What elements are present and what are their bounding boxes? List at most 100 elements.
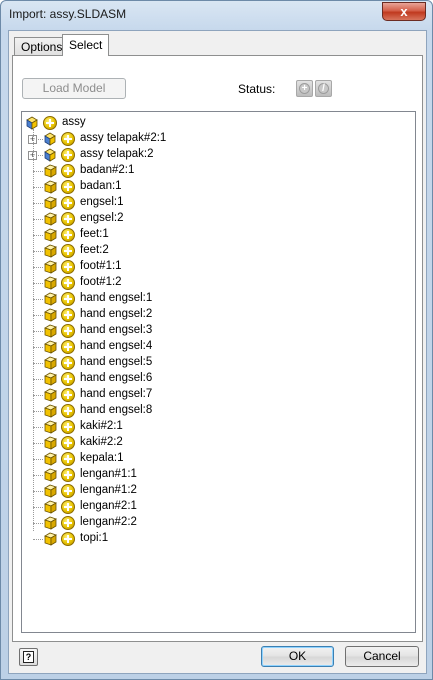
part-icon	[44, 324, 58, 338]
tree-node-part[interactable]: foot#1:1	[22, 259, 415, 275]
tree-node-part[interactable]: hand engsel:4	[22, 339, 415, 355]
part-icon	[44, 164, 58, 178]
part-icon	[44, 532, 58, 546]
tree-node-part[interactable]: feet:1	[22, 227, 415, 243]
title-bar: Import: assy.SLDASM x	[1, 1, 432, 29]
part-icon	[44, 340, 58, 354]
add-icon[interactable]	[43, 116, 57, 130]
part-icon	[44, 436, 58, 450]
add-icon[interactable]	[61, 532, 75, 546]
status-label: Status:	[238, 82, 276, 96]
part-icon	[44, 468, 58, 482]
window-title: Import: assy.SLDASM	[9, 7, 127, 21]
add-icon[interactable]	[61, 388, 75, 402]
tree-node-label: kaki#2:1	[80, 420, 123, 432]
tree-node-part[interactable]: hand engsel:6	[22, 371, 415, 387]
tree-node-label: lengan#1:2	[80, 484, 137, 496]
tree-node-part[interactable]: kepala:1	[22, 451, 415, 467]
tree-node-part[interactable]: kaki#2:2	[22, 435, 415, 451]
add-icon[interactable]	[61, 260, 75, 274]
tree-node-label: assy telapak#2:1	[80, 132, 167, 144]
tab-select[interactable]: Select	[62, 34, 110, 56]
import-dialog: Import: assy.SLDASM x Options Select Loa…	[0, 0, 433, 680]
add-icon[interactable]	[61, 420, 75, 434]
add-icon[interactable]	[61, 228, 75, 242]
tree-node-label: hand engsel:5	[80, 356, 153, 368]
part-icon	[44, 228, 58, 242]
tree-node-label: assy	[62, 116, 86, 128]
dialog-body: Options Select Load Model Status: + / as…	[8, 30, 427, 674]
add-icon[interactable]	[61, 372, 75, 386]
tree-node-part[interactable]: hand engsel:8	[22, 403, 415, 419]
tree-node-part[interactable]: hand engsel:5	[22, 355, 415, 371]
tree-node-label: lengan#1:1	[80, 468, 137, 480]
help-button[interactable]: ?	[19, 648, 38, 666]
tree-node-part[interactable]: lengan#2:2	[22, 515, 415, 531]
assembly-icon	[44, 132, 58, 146]
help-icon: ?	[23, 651, 34, 663]
tree-node-part[interactable]: engsel:2	[22, 211, 415, 227]
tree-node-part[interactable]: lengan#2:1	[22, 499, 415, 515]
part-icon	[44, 308, 58, 322]
cancel-button[interactable]: Cancel	[345, 646, 419, 667]
add-icon[interactable]	[61, 324, 75, 338]
tree-node-label: hand engsel:3	[80, 324, 153, 336]
add-icon[interactable]	[61, 148, 75, 162]
add-icon[interactable]	[61, 212, 75, 226]
add-icon[interactable]	[61, 404, 75, 418]
add-icon[interactable]	[61, 244, 75, 258]
ok-button[interactable]: OK	[261, 646, 334, 667]
add-icon[interactable]	[61, 340, 75, 354]
tree-node-label: feet:2	[80, 244, 109, 256]
tree-node-part[interactable]: lengan#1:1	[22, 467, 415, 483]
add-icon[interactable]	[61, 292, 75, 306]
part-icon	[44, 420, 58, 434]
part-icon	[44, 244, 58, 258]
add-icon[interactable]	[61, 356, 75, 370]
add-icon[interactable]	[61, 180, 75, 194]
tree-node-label: hand engsel:2	[80, 308, 153, 320]
tree-node-part[interactable]: engsel:1	[22, 195, 415, 211]
tree-node-label: kepala:1	[80, 452, 124, 464]
add-icon[interactable]	[61, 484, 75, 498]
tree-node-part[interactable]: topi:1	[22, 531, 415, 547]
tree-node-part[interactable]: lengan#1:2	[22, 483, 415, 499]
add-icon[interactable]	[61, 468, 75, 482]
tree-node-label: foot#1:1	[80, 260, 122, 272]
add-icon[interactable]	[61, 436, 75, 450]
tree-node-subassembly[interactable]: + assy telapak:2	[22, 147, 415, 163]
part-icon	[44, 372, 58, 386]
part-icon	[44, 516, 58, 530]
tree-node-part[interactable]: kaki#2:1	[22, 419, 415, 435]
component-tree[interactable]: assy + assy telapak#2:1 + assy telapak:2 bada…	[21, 111, 416, 633]
tree-node-label: badan:1	[80, 180, 122, 192]
part-icon	[44, 452, 58, 466]
tree-node-label: lengan#2:2	[80, 516, 137, 528]
tree-node-part[interactable]: badan#2:1	[22, 163, 415, 179]
tree-node-part[interactable]: hand engsel:7	[22, 387, 415, 403]
part-icon	[44, 388, 58, 402]
add-icon[interactable]	[61, 276, 75, 290]
add-icon[interactable]	[61, 500, 75, 514]
tree-node-subassembly[interactable]: + assy telapak#2:1	[22, 131, 415, 147]
add-icon[interactable]	[61, 132, 75, 146]
status-forbid-icon[interactable]: /	[315, 80, 332, 97]
tree-root[interactable]: assy	[22, 115, 415, 131]
part-icon	[44, 404, 58, 418]
tree-node-part[interactable]: hand engsel:1	[22, 291, 415, 307]
tree-node-part[interactable]: hand engsel:3	[22, 323, 415, 339]
part-icon	[44, 484, 58, 498]
tree-node-label: hand engsel:7	[80, 388, 153, 400]
close-button[interactable]: x	[382, 2, 426, 21]
add-icon[interactable]	[61, 452, 75, 466]
tree-node-part[interactable]: badan:1	[22, 179, 415, 195]
add-icon[interactable]	[61, 164, 75, 178]
tree-node-part[interactable]: feet:2	[22, 243, 415, 259]
tree-node-part[interactable]: foot#1:2	[22, 275, 415, 291]
add-icon[interactable]	[61, 516, 75, 530]
add-icon[interactable]	[61, 196, 75, 210]
status-add-icon[interactable]: +	[296, 80, 313, 97]
add-icon[interactable]	[61, 308, 75, 322]
load-model-button[interactable]: Load Model	[22, 78, 126, 99]
tree-node-part[interactable]: hand engsel:2	[22, 307, 415, 323]
